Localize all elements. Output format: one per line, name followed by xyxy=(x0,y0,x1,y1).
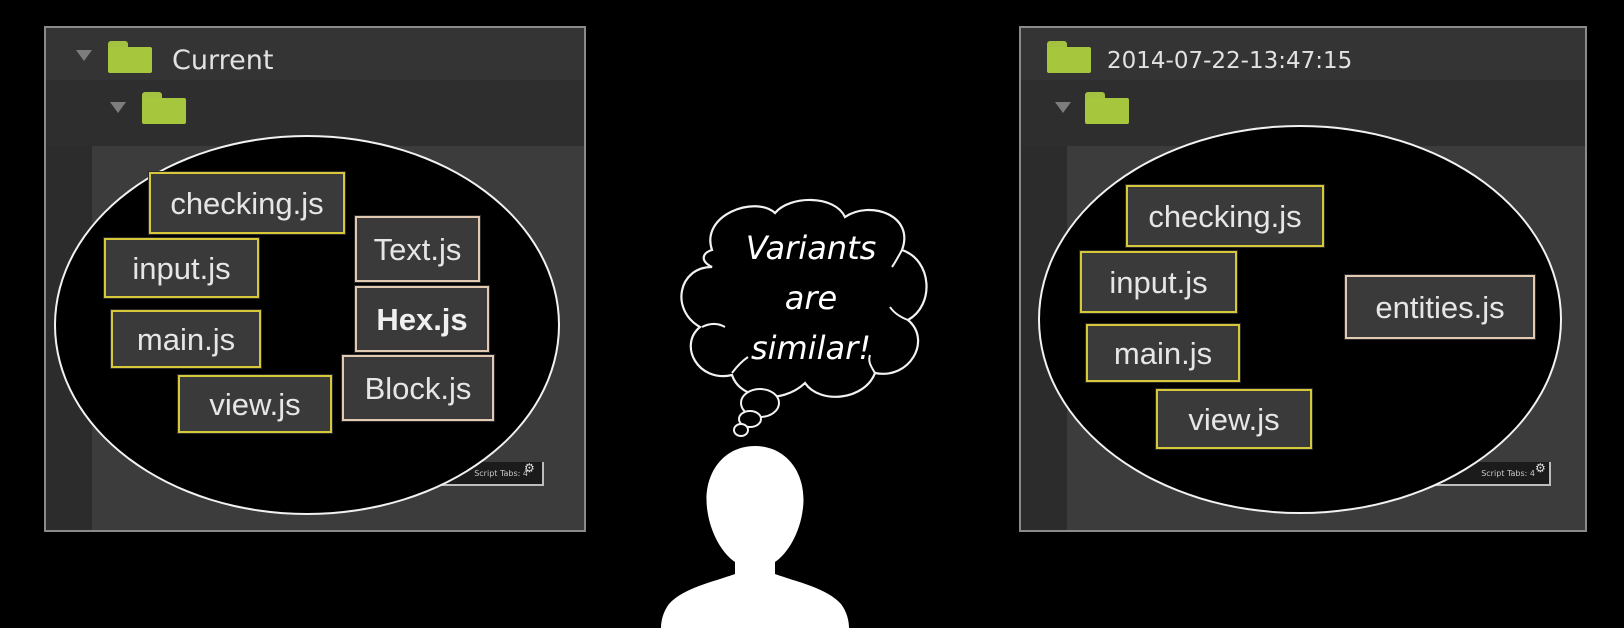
file-label: main.js xyxy=(136,321,236,357)
file-box-block[interactable]: Block.js xyxy=(341,354,495,422)
file-box-entities[interactable]: entities.js xyxy=(1344,274,1536,340)
file-box-checking[interactable]: checking.js xyxy=(148,171,346,235)
file-label: main.js xyxy=(1113,335,1213,371)
triangle-down-icon[interactable] xyxy=(110,102,126,113)
file-box-main[interactable]: main.js xyxy=(1085,323,1241,383)
tree-row-snapshot[interactable]: 2014-07-22-13:47:15 xyxy=(1021,28,1585,80)
person-silhouette-icon xyxy=(661,446,849,628)
thought-text-line-1: Variants xyxy=(745,229,877,267)
tree-row-current[interactable]: Current xyxy=(46,28,584,80)
gear-icon[interactable]: ⚙ xyxy=(524,461,535,475)
file-box-main[interactable]: main.js xyxy=(110,309,262,369)
triangle-down-icon[interactable] xyxy=(1055,102,1071,113)
triangle-down-icon[interactable] xyxy=(1019,50,1021,61)
file-label: checking.js xyxy=(1148,198,1302,234)
status-text: Script Tabs: 4 xyxy=(474,469,528,478)
file-label: checking.js xyxy=(170,185,324,221)
status-text: Script Tabs: 4 xyxy=(1481,469,1535,478)
file-box-text[interactable]: Text.js xyxy=(354,215,481,283)
file-box-hex[interactable]: Hex.js xyxy=(354,285,490,353)
file-box-view[interactable]: view.js xyxy=(177,374,333,434)
triangle-down-icon[interactable] xyxy=(76,50,92,61)
file-box-input[interactable]: input.js xyxy=(1079,250,1238,314)
file-label: Text.js xyxy=(373,231,462,267)
folder-title: Current xyxy=(172,45,274,76)
file-box-view[interactable]: view.js xyxy=(1155,388,1313,450)
folder-title: 2014-07-22-13:47:15 xyxy=(1107,48,1353,74)
file-label: input.js xyxy=(1109,264,1208,300)
file-box-checking[interactable]: checking.js xyxy=(1125,184,1325,248)
gear-icon[interactable]: ⚙ xyxy=(1535,461,1546,475)
file-label: view.js xyxy=(1188,401,1280,437)
thought-text-line-3: similar! xyxy=(750,329,872,367)
file-label: view.js xyxy=(209,386,301,422)
file-label: Block.js xyxy=(364,370,472,406)
file-label: entities.js xyxy=(1375,289,1505,325)
thought-text-line-2: are xyxy=(784,279,838,317)
file-label: input.js xyxy=(132,250,231,286)
file-box-input[interactable]: input.js xyxy=(103,237,260,299)
file-label: Hex.js xyxy=(376,301,468,337)
